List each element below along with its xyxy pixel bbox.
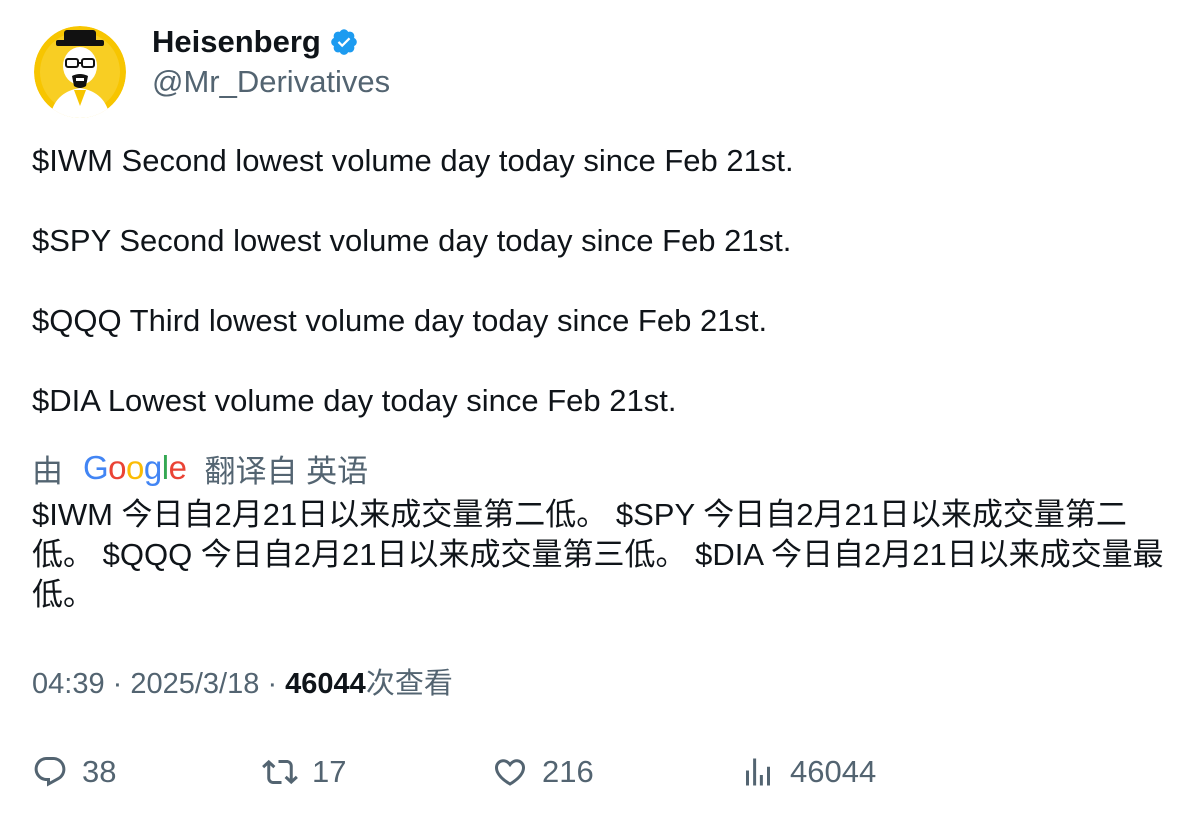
tweet-date[interactable]: 2025/3/18 [130, 668, 259, 700]
reply-count: 38 [82, 754, 117, 789]
views-button[interactable]: 46044 [740, 752, 876, 792]
action-bar: 38 17 216 46044 [32, 752, 1172, 792]
reply-icon [34, 757, 66, 787]
tweet-line: $QQQ Third lowest volume day today since… [32, 303, 768, 338]
user-handle[interactable]: @Mr_Derivatives [152, 62, 390, 102]
translation-attribution[interactable]: 由 Google 翻译自 英语 [32, 447, 368, 489]
retweet-count: 17 [312, 754, 347, 789]
heisenberg-avatar-icon [34, 26, 126, 118]
retweet-button[interactable]: 17 [262, 752, 346, 792]
meta-separator: · [267, 668, 286, 700]
tweet-time[interactable]: 04:39 [32, 668, 105, 700]
translation-source-label: 翻译自 英语 [204, 453, 369, 489]
retweet-icon [262, 759, 298, 785]
translation-by-label: 由 [32, 453, 63, 489]
tweet-line: $DIA Lowest volume day today since Feb 2… [32, 383, 677, 418]
views-action-count: 46044 [790, 754, 877, 789]
like-button[interactable]: 216 [492, 752, 594, 792]
meta-separator: · [112, 668, 131, 700]
display-name[interactable]: Heisenberg [152, 24, 321, 60]
tweet-line: $IWM Second lowest volume day today sinc… [32, 143, 794, 178]
reply-button[interactable]: 38 [32, 752, 116, 792]
views-label: 次查看 [365, 668, 453, 700]
tweet-meta: 04:39 · 2025/3/18 · 46044次查看 [32, 664, 453, 704]
tweet-author: Heisenberg @Mr_Derivatives [152, 22, 390, 102]
name-row: Heisenberg [152, 22, 390, 62]
views-count: 46044 [285, 668, 366, 700]
translated-text: $IWM 今日自2月21日以来成交量第二低。 $SPY 今日自2月21日以来成交… [32, 497, 1164, 612]
google-logo: Google [83, 449, 187, 486]
verified-badge-icon[interactable] [329, 27, 359, 57]
analytics-icon [746, 758, 770, 786]
tweet-text: $IWM Second lowest volume day today sinc… [32, 141, 1172, 421]
like-count: 216 [542, 754, 594, 789]
tweet-line: $SPY Second lowest volume day today sinc… [32, 223, 792, 258]
heart-icon [494, 759, 526, 786]
avatar[interactable] [34, 26, 126, 118]
